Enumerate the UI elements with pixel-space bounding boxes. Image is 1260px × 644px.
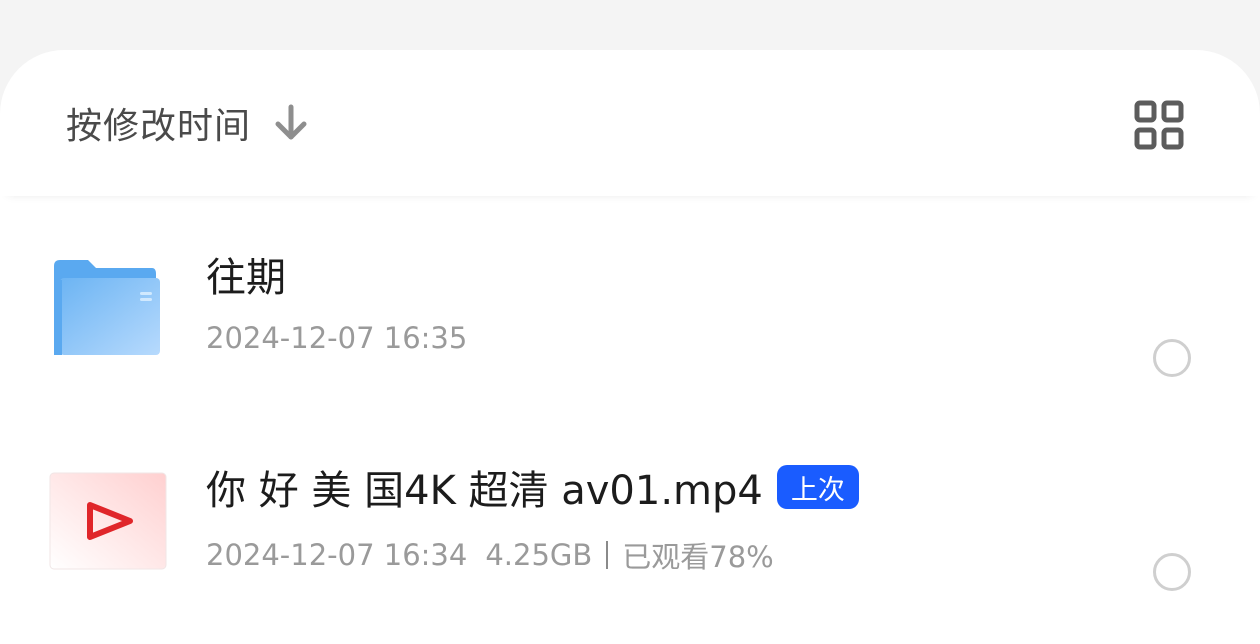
modified-date: 2024-12-07 16:35: [206, 321, 468, 355]
meta-divider: [606, 541, 609, 569]
list-item-video[interactable]: 你 好 美 国4K 超清 av01.mp4 上次 2024-12-07 16:3…: [0, 426, 1260, 616]
arrow-down-icon: [273, 103, 309, 143]
file-name: 往期: [206, 255, 286, 301]
select-radio[interactable]: [1153, 339, 1191, 377]
sort-toolbar: 按修改时间: [0, 50, 1260, 196]
sort-by-modified-button[interactable]: 按修改时间: [66, 100, 309, 147]
grid-view-toggle-button[interactable]: [1134, 100, 1184, 150]
list-item-folder[interactable]: 往期 2024-12-07 16:35: [0, 213, 1260, 403]
select-radio[interactable]: [1153, 553, 1191, 591]
watch-progress: 已观看78%: [622, 540, 774, 574]
video-thumbnail-icon: [48, 471, 168, 571]
grid-view-icon: [1134, 100, 1184, 150]
file-name: 你 好 美 国4K 超清 av01.mp4: [206, 468, 763, 514]
file-size: 4.25GB: [485, 538, 593, 572]
sort-label: 按修改时间: [66, 106, 252, 147]
folder-icon: [48, 258, 168, 358]
file-list-panel: 按修改时间 往期 2024-12-07 16:35 你 好 美 国4K 超清 a…: [0, 50, 1260, 644]
modified-date: 2024-12-07 16:34: [206, 538, 468, 572]
last-played-badge: 上次: [776, 465, 859, 509]
